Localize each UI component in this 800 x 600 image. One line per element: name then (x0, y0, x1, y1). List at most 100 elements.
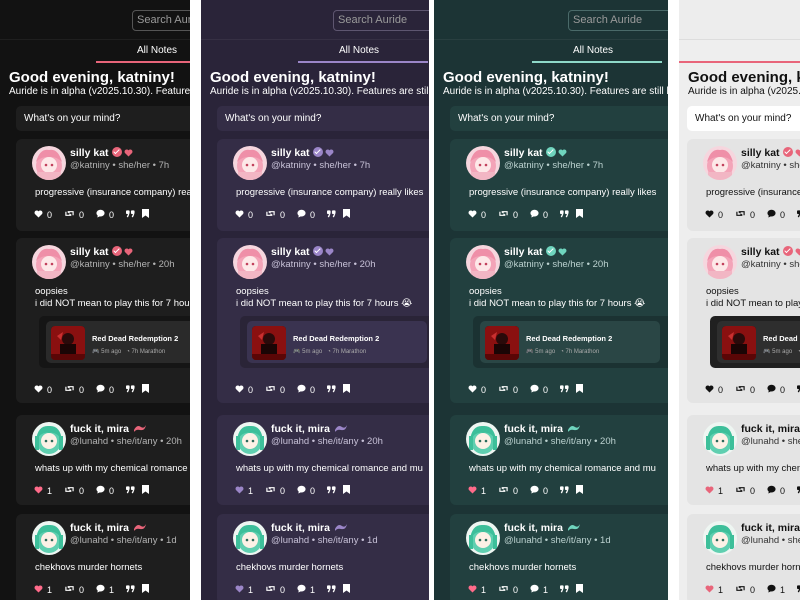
avatar[interactable] (32, 146, 66, 180)
activity-embed[interactable]: Red Dead Redemption 2 🎮 5m ago ◔ 7h Marat… (240, 316, 429, 368)
post-author[interactable]: fuck it, mira (70, 423, 147, 436)
author-name[interactable]: silly kat (70, 147, 109, 159)
composer-input[interactable]: What's on your mind? (217, 106, 429, 131)
quote-icon[interactable] (126, 584, 135, 595)
post-author[interactable]: silly kat (271, 246, 334, 259)
quote-icon[interactable] (327, 584, 336, 595)
like-icon[interactable] (705, 385, 714, 395)
post-card[interactable]: silly kat@katniny • she/her • 20h oopsies… (687, 238, 800, 403)
reply-icon[interactable] (767, 209, 776, 220)
author-name[interactable]: fuck it, mira (741, 423, 800, 435)
author-name[interactable]: silly kat (741, 246, 780, 258)
composer-input[interactable]: What's on your mind? (450, 106, 668, 131)
quote-icon[interactable] (560, 384, 569, 395)
renote-icon[interactable] (735, 584, 746, 595)
avatar[interactable] (703, 245, 737, 279)
reply-icon[interactable] (96, 485, 105, 496)
post-card[interactable]: silly kat@katniny • she/her • 7h progress… (217, 139, 429, 231)
author-name[interactable]: silly kat (504, 246, 543, 258)
renote-icon[interactable] (265, 384, 276, 395)
like-icon[interactable] (34, 585, 43, 595)
author-name[interactable]: silly kat (741, 147, 780, 159)
post-author[interactable]: silly kat (271, 147, 334, 160)
like-icon[interactable] (468, 585, 477, 595)
search-input[interactable]: Search Auride (568, 10, 668, 31)
renote-icon[interactable] (64, 584, 75, 595)
post-author[interactable]: silly kat (504, 246, 567, 259)
post-card[interactable]: fuck it, mira@lunahd • she/it/any • 1d ch… (450, 514, 668, 600)
bookmark-icon[interactable] (576, 584, 584, 595)
reply-icon[interactable] (297, 584, 306, 595)
author-name[interactable]: silly kat (70, 246, 109, 258)
reply-icon[interactable] (530, 485, 539, 496)
tab-all-notes[interactable]: All Notes (314, 45, 404, 56)
post-card[interactable]: fuck it, mira@lunahd • she/it/any • 20h w… (217, 415, 429, 505)
author-name[interactable]: fuck it, mira (70, 423, 129, 435)
bookmark-icon[interactable] (343, 209, 351, 220)
post-card[interactable]: silly kat@katniny • she/her • 20h oopsies… (16, 238, 190, 403)
bookmark-icon[interactable] (142, 384, 150, 395)
bookmark-icon[interactable] (343, 485, 351, 496)
bookmark-icon[interactable] (576, 485, 584, 496)
author-name[interactable]: fuck it, mira (271, 522, 330, 534)
avatar[interactable] (466, 521, 500, 555)
renote-icon[interactable] (498, 584, 509, 595)
post-card[interactable]: silly kat@katniny • she/her • 7h progress… (687, 139, 800, 231)
like-icon[interactable] (705, 486, 714, 496)
author-name[interactable]: fuck it, mira (70, 522, 129, 534)
search-input[interactable]: Search Auride (333, 10, 429, 31)
activity-embed[interactable]: Red Dead Redemption 2 🎮 5m ago ◔ 7h Marat… (39, 316, 190, 368)
renote-icon[interactable] (498, 384, 509, 395)
composer-input[interactable]: What's on your mind? (687, 106, 800, 131)
reply-icon[interactable] (530, 584, 539, 595)
avatar[interactable] (466, 422, 500, 456)
author-name[interactable]: fuck it, mira (271, 423, 330, 435)
tab-all-notes[interactable]: All Notes (112, 45, 190, 56)
avatar[interactable] (233, 422, 267, 456)
avatar[interactable] (466, 146, 500, 180)
post-card[interactable]: silly kat@katniny • she/her • 20h oopsies… (450, 238, 668, 403)
post-author[interactable]: silly kat (741, 147, 800, 160)
post-card[interactable]: fuck it, mira@lunahd • she/it/any • 1d ch… (687, 514, 800, 600)
composer-input[interactable]: What's on your mind? (16, 106, 190, 131)
reply-icon[interactable] (530, 384, 539, 395)
quote-icon[interactable] (126, 485, 135, 496)
like-icon[interactable] (34, 385, 43, 395)
renote-icon[interactable] (265, 485, 276, 496)
avatar[interactable] (466, 245, 500, 279)
post-card[interactable]: fuck it, mira@lunahd • she/it/any • 20h w… (450, 415, 668, 505)
post-author[interactable]: silly kat (504, 147, 567, 160)
bookmark-icon[interactable] (576, 384, 584, 395)
renote-icon[interactable] (265, 584, 276, 595)
bookmark-icon[interactable] (142, 584, 150, 595)
quote-icon[interactable] (560, 209, 569, 220)
avatar[interactable] (233, 146, 267, 180)
avatar[interactable] (703, 146, 737, 180)
post-author[interactable]: silly kat (70, 147, 133, 160)
reply-icon[interactable] (96, 384, 105, 395)
like-icon[interactable] (705, 585, 714, 595)
author-name[interactable]: silly kat (271, 147, 310, 159)
renote-icon[interactable] (64, 209, 75, 220)
post-card[interactable]: silly kat@katniny • she/her • 7h progress… (450, 139, 668, 231)
post-card[interactable]: fuck it, mira@lunahd • she/it/any • 1d ch… (16, 514, 190, 600)
reply-icon[interactable] (297, 209, 306, 220)
bookmark-icon[interactable] (142, 485, 150, 496)
quote-icon[interactable] (327, 384, 336, 395)
post-author[interactable]: fuck it, mira (504, 522, 581, 535)
avatar[interactable] (703, 521, 737, 555)
quote-icon[interactable] (327, 209, 336, 220)
like-icon[interactable] (34, 210, 43, 220)
avatar[interactable] (32, 521, 66, 555)
author-name[interactable]: silly kat (271, 246, 310, 258)
like-icon[interactable] (705, 210, 714, 220)
post-author[interactable]: fuck it, mira (70, 522, 147, 535)
post-author[interactable]: fuck it, mira (271, 423, 348, 436)
post-author[interactable]: fuck it, mira (741, 423, 800, 436)
quote-icon[interactable] (126, 209, 135, 220)
reply-icon[interactable] (96, 209, 105, 220)
reply-icon[interactable] (96, 584, 105, 595)
like-icon[interactable] (468, 385, 477, 395)
like-icon[interactable] (34, 486, 43, 496)
author-name[interactable]: fuck it, mira (504, 522, 563, 534)
